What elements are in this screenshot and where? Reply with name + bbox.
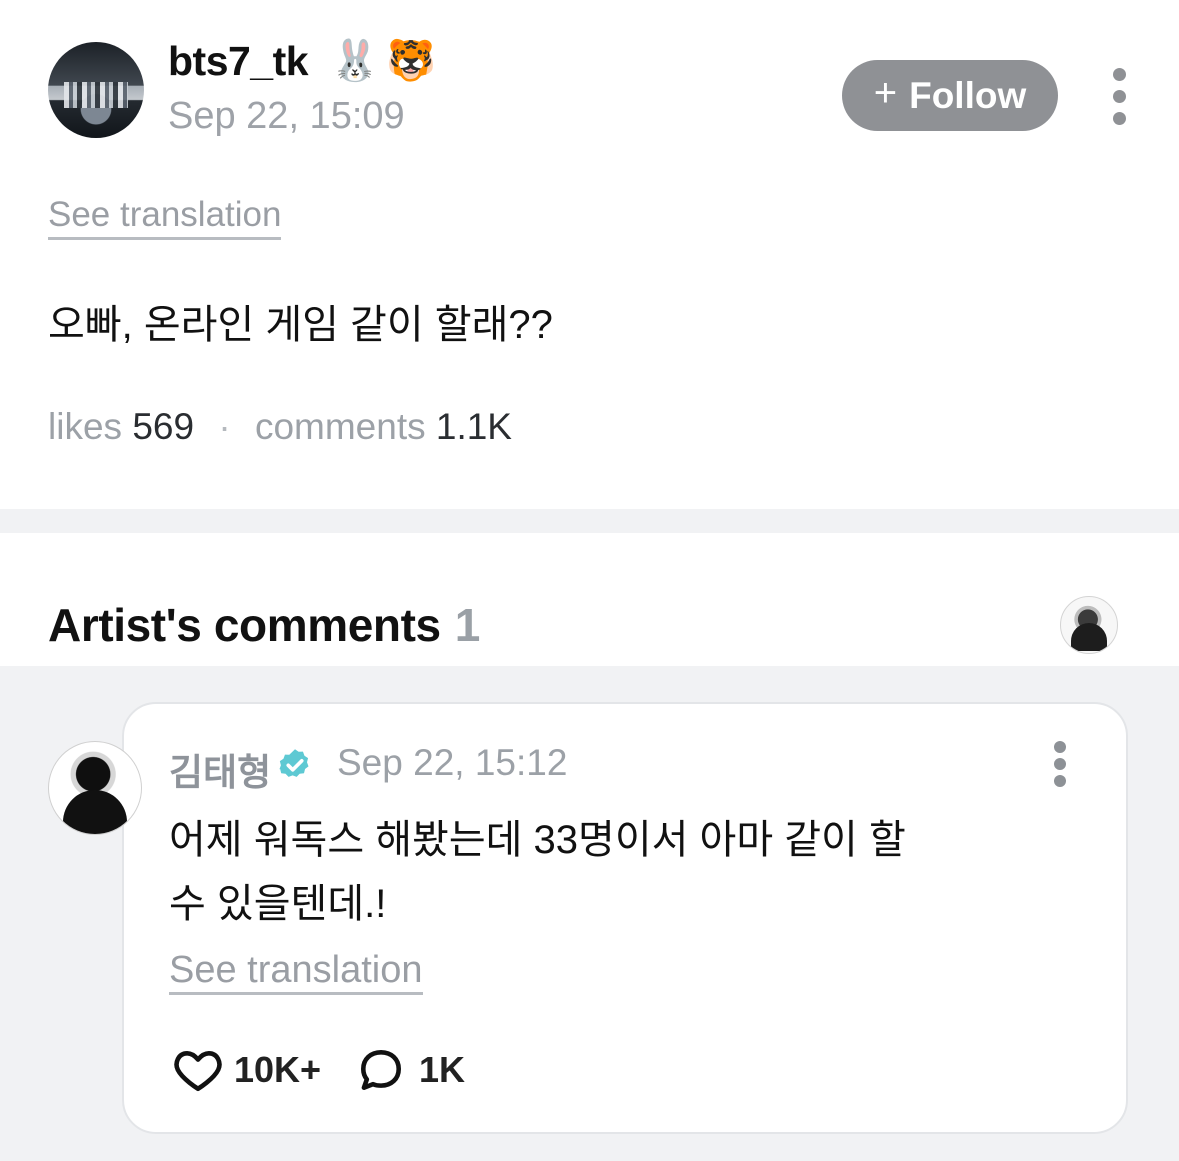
post-text: 오빠, 온라인 게임 같이 할래?? (48, 303, 553, 347)
author-avatar[interactable] (48, 42, 144, 138)
comment-author-name[interactable]: 김태형 (169, 742, 271, 796)
comment-bubble-icon (361, 1050, 401, 1090)
more-options-icon[interactable] (1108, 68, 1130, 126)
rabbit-emoji: 🐰 (330, 39, 380, 83)
likes-label: likes (48, 406, 123, 447)
section-divider (0, 509, 1179, 533)
artist-comments-title: Artist's comments 1 (48, 598, 480, 652)
see-translation-link[interactable]: See translation (48, 196, 282, 240)
comments-label: comments (254, 406, 426, 447)
post-timestamp: Sep 22, 15:09 (168, 95, 405, 137)
post-header: bts7_tk 🐰 🐯 Sep 22, 15:09 + Follow (0, 0, 1179, 160)
follow-label: Follow (909, 74, 1027, 116)
comment-reply-button[interactable]: 1K (355, 1045, 465, 1095)
tiger-emoji: 🐯 (386, 39, 436, 83)
comments-count: 1.1K (435, 406, 512, 447)
artist-mini-avatar[interactable] (1060, 596, 1118, 654)
post-author-name[interactable]: bts7_tk (168, 38, 309, 85)
post-stats: likes 569 · comments 1.1K (48, 406, 512, 448)
comment-see-translation-link[interactable]: See translation (169, 951, 423, 995)
comment-more-icon[interactable] (1049, 741, 1071, 787)
comment-reply-count: 1K (419, 1049, 466, 1090)
artist-comments-title-text: Artist's comments (48, 599, 441, 651)
verified-badge-icon (279, 749, 309, 777)
follow-button[interactable]: + Follow (842, 60, 1058, 131)
plus-icon: + (873, 71, 898, 115)
likes-count: 569 (132, 406, 195, 447)
comment-timestamp: Sep 22, 15:12 (337, 742, 568, 783)
comment-author-avatar[interactable] (48, 741, 142, 835)
comment-like-count: 10K+ (234, 1049, 322, 1090)
comment-text: 어제 워독스 해봤는데 33명이서 아마 같이 할 수 있을텐데.! (169, 818, 906, 926)
artist-comments-count: 1 (454, 599, 481, 651)
heart-icon (174, 1051, 222, 1092)
comment-like-button[interactable]: 10K+ (172, 1045, 321, 1095)
stats-separator: · (218, 406, 231, 447)
